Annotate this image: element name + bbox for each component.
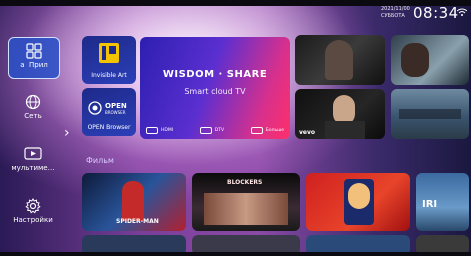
- movie-tile-3[interactable]: [306, 173, 410, 231]
- status-clock: 08:34: [413, 4, 459, 22]
- section-title-films: Фильм: [86, 156, 114, 165]
- input-source-bar: HDMI DTV Больше: [146, 125, 284, 135]
- status-date: 2021/11/00: [381, 6, 410, 12]
- recommend-tile-3[interactable]: vevo: [295, 89, 385, 139]
- movie-tile-1[interactable]: SPIDER-MAN: [82, 173, 186, 231]
- sidebar-item-label: мультиме…: [11, 164, 55, 172]
- media-play-icon: [24, 147, 42, 160]
- apps-grid-icon: [26, 43, 42, 59]
- hdmi-icon: [146, 126, 158, 134]
- browser-logo-subtext: BROWSER: [105, 110, 126, 115]
- sidebar-item-label: Прил: [29, 61, 48, 69]
- sidebar: a Прил Сеть мультиме… Настройки: [6, 35, 60, 235]
- app-name: OPEN Browser: [87, 124, 131, 131]
- vevo-label: vevo: [299, 129, 316, 136]
- hero-title: WISDOM · SHARE: [162, 69, 268, 80]
- tv-bezel-bottom: [0, 252, 471, 256]
- status-weekday: СУББОТА: [381, 13, 405, 19]
- browser-logo-text: OPEN: [105, 102, 127, 110]
- more-icon: [250, 126, 263, 134]
- settings-gear-icon: [25, 198, 41, 214]
- sidebar-item-multimedia[interactable]: мультиме…: [8, 141, 58, 181]
- recommend-tile-2[interactable]: [391, 35, 469, 85]
- recommend-tile-1[interactable]: [295, 35, 385, 85]
- movie-caption: BLOCKERS: [227, 179, 263, 186]
- chevron-right-icon[interactable]: ›: [64, 125, 70, 141]
- tv-home-screen: 2021/11/00 СУББОТА 08:34 a Прил Сеть мул…: [0, 0, 471, 256]
- input-hdmi[interactable]: HDMI: [146, 126, 173, 134]
- sidebar-item-label: Сеть: [24, 112, 42, 120]
- app-name: Invisible Art: [91, 72, 127, 79]
- sidebar-item-settings[interactable]: Настройки: [8, 193, 58, 233]
- sidebar-item-prefix: a: [20, 61, 25, 69]
- sidebar-item-apps[interactable]: a Прил: [8, 37, 60, 79]
- dtv-icon: [199, 126, 212, 134]
- movie-caption: SPIDER-MAN: [116, 218, 159, 225]
- recommend-tile-4[interactable]: [391, 89, 469, 139]
- invisible-art-logo: [99, 43, 119, 63]
- wifi-icon: [457, 8, 467, 16]
- hero-banner[interactable]: WISDOM · SHARE Smart cloud TV HDMI DTV Б…: [140, 37, 290, 139]
- app-tile-open-browser[interactable]: OPEN BROWSER OPEN Browser: [82, 88, 136, 136]
- movie-tile-2[interactable]: BLOCKERS: [192, 173, 300, 231]
- browser-logo-icon: [88, 101, 102, 115]
- sidebar-item-label: Настройки: [13, 216, 53, 224]
- movie-caption: IRI: [422, 199, 438, 210]
- sidebar-item-network[interactable]: Сеть: [8, 89, 58, 129]
- input-dtv[interactable]: DTV: [199, 126, 224, 134]
- hero-subtitle: Smart cloud TV: [184, 87, 246, 96]
- input-more[interactable]: Больше: [250, 126, 284, 134]
- movie-tile-4[interactable]: IRI: [416, 173, 469, 231]
- globe-icon: [25, 94, 41, 110]
- app-tile-invisible-art[interactable]: Invisible Art: [82, 36, 136, 84]
